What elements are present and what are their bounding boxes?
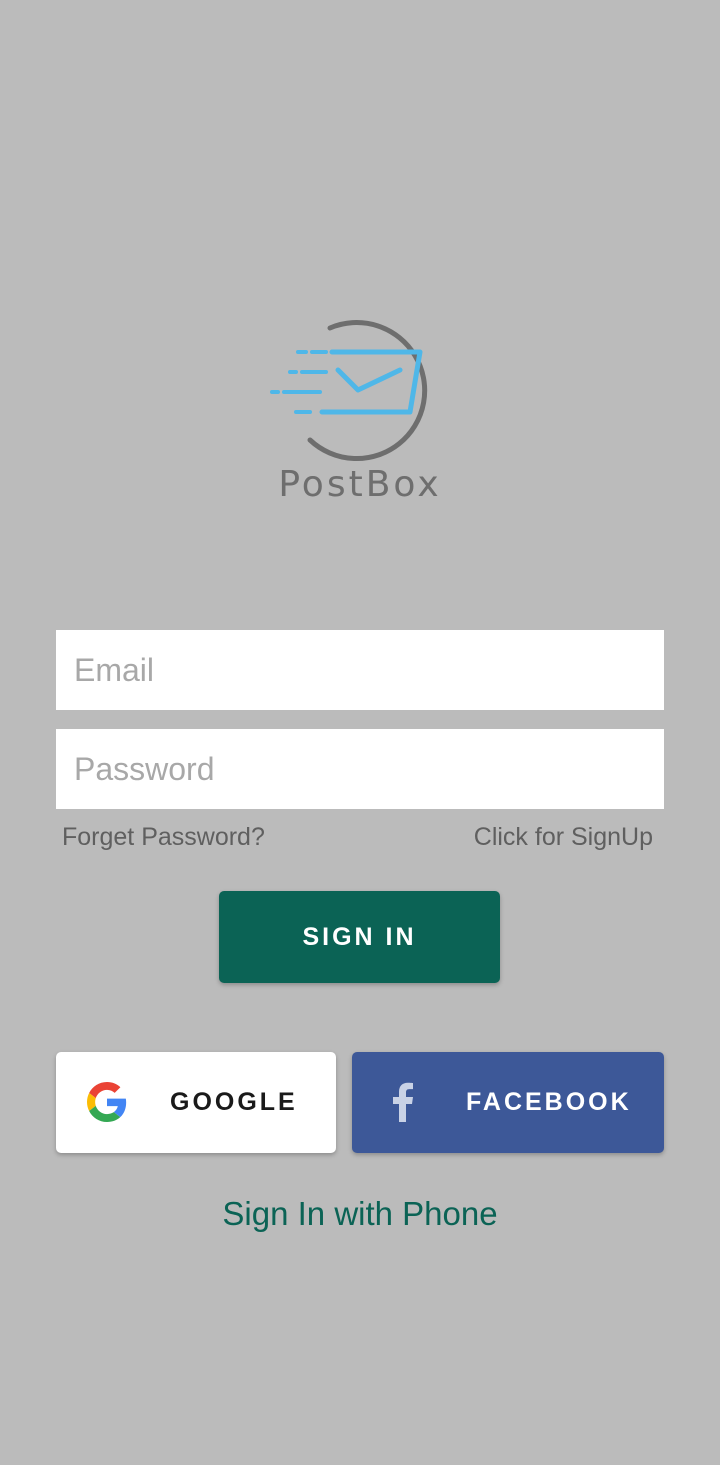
facebook-f-icon [393, 1082, 413, 1122]
signup-link[interactable]: Click for SignUp [474, 823, 653, 852]
facebook-signin-button[interactable]: FACEBOOK [352, 1052, 664, 1153]
sign-in-button[interactable]: SIGN IN [219, 891, 500, 983]
sign-in-with-phone-link[interactable]: Sign In with Phone [0, 1195, 720, 1233]
mail-logo-icon [270, 320, 428, 461]
logo-text: PostBox [278, 464, 442, 505]
password-field[interactable] [56, 729, 664, 809]
postbox-logo: PostBox [260, 300, 460, 510]
google-signin-button[interactable]: GOOGLE [56, 1052, 336, 1153]
forget-password-link[interactable]: Forget Password? [62, 823, 265, 852]
email-field[interactable] [56, 630, 664, 710]
facebook-label: FACEBOOK [466, 1088, 632, 1116]
google-label: GOOGLE [170, 1088, 298, 1116]
google-g-icon [87, 1082, 127, 1122]
